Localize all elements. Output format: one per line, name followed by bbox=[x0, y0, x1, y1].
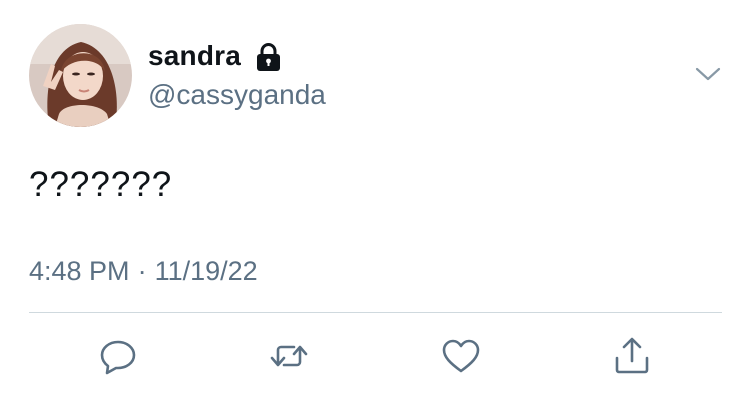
avatar-photo bbox=[29, 24, 132, 127]
retweet-icon bbox=[270, 345, 308, 367]
tweet-timestamp[interactable]: 4:48 PM · 11/19/22 bbox=[29, 256, 258, 287]
like-icon bbox=[442, 339, 480, 373]
divider bbox=[29, 312, 722, 313]
meta-separator: · bbox=[137, 256, 147, 286]
share-button[interactable] bbox=[611, 336, 653, 376]
chevron-down-icon[interactable] bbox=[694, 64, 722, 84]
lock-icon bbox=[255, 42, 282, 72]
reply-icon bbox=[100, 340, 136, 375]
reply-button[interactable] bbox=[97, 336, 139, 376]
share-icon bbox=[615, 337, 649, 374]
tweet-time: 4:48 PM bbox=[29, 256, 130, 286]
retweet-button[interactable] bbox=[268, 336, 310, 376]
avatar[interactable] bbox=[29, 24, 132, 127]
tweet-date: 11/19/22 bbox=[154, 256, 258, 286]
user-handle[interactable]: @cassyganda bbox=[148, 79, 326, 111]
tweet-text: ??????? bbox=[29, 165, 173, 204]
display-name[interactable]: sandra bbox=[148, 40, 241, 72]
like-button[interactable] bbox=[440, 336, 482, 376]
